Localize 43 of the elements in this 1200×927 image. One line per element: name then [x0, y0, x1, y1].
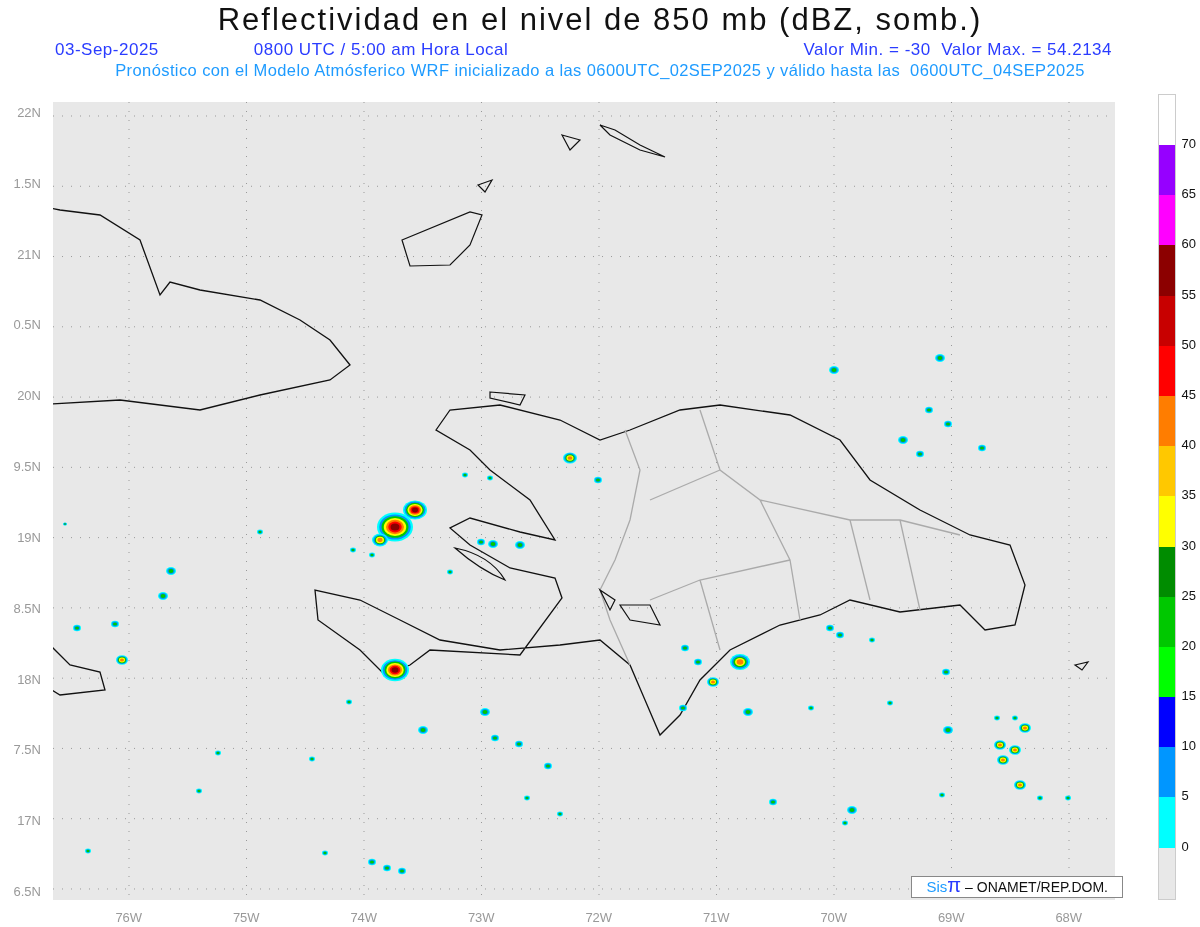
latitude-label: 21N [17, 247, 41, 262]
colorbar-label: 40 [1181, 438, 1196, 455]
latitude-label: 19N [17, 530, 41, 545]
colorbar-label: 20 [1181, 638, 1196, 655]
colorbar-label: 45 [1181, 387, 1196, 404]
longitude-label: 76W [114, 911, 144, 925]
colorbar-label: 15 [1181, 689, 1196, 706]
latitude-label: 1.5N [13, 176, 41, 191]
colorbar-label: 0 [1181, 839, 1190, 854]
latitude-label: 22N [17, 106, 41, 120]
latitude-label: 20N [17, 389, 41, 404]
longitude-label: 70W [819, 911, 849, 925]
latitude-label: 0.5N [13, 318, 41, 333]
latitude-label: 9.5N [13, 460, 41, 475]
value-range: Valor Min. = -30 Valor Max. = 54.2134 [803, 40, 1112, 60]
colorbar-label: 50 [1181, 337, 1196, 354]
latitude-label: 6.5N [13, 884, 41, 899]
longitude-label: 74W [349, 911, 379, 925]
longitude-label: 69W [936, 911, 966, 925]
colorbar-label: 70 [1181, 137, 1196, 153]
colorbar-label: 35 [1181, 488, 1196, 505]
latitude-label: 7.5N [13, 743, 41, 758]
latitude-label: 8.5N [13, 601, 41, 616]
colorbar-label: 25 [1181, 588, 1196, 605]
longitude-label: 71W [701, 911, 731, 925]
credit-label: Sisπ – ONAMET/REP.DOM. [911, 876, 1123, 898]
colorbar-label: 55 [1181, 287, 1196, 304]
colorbar-under-range [1158, 847, 1175, 899]
longitude-label: 75W [231, 911, 261, 925]
longitude-label: 73W [466, 911, 496, 925]
longitude-label: 72W [584, 911, 614, 925]
model-description: Pronóstico con el Modelo Atmósferico WRF inicializado a las 0600UTC_02SEP2025 y válido hasta las 0600UTC_04SEP2025 [115, 60, 1085, 80]
colorbar-label: 60 [1181, 237, 1196, 254]
latitude-label: 18N [17, 672, 41, 687]
longitude-label: 68W [1054, 911, 1084, 925]
chart-title: Reflectividad en el nivel de 850 mb (dBZ, somb.) [217, 1, 983, 39]
colorbar-label: 5 [1181, 789, 1190, 806]
latitude-label: 17N [17, 814, 41, 829]
colorbar-label: 65 [1181, 187, 1196, 204]
forecast-time: 0800 UTC / 5:00 am Hora Local [253, 40, 509, 60]
colorbar-label: 10 [1181, 739, 1196, 756]
colorbar-label: 30 [1181, 538, 1196, 555]
forecast-date: 03-Sep-2025 [55, 40, 159, 60]
